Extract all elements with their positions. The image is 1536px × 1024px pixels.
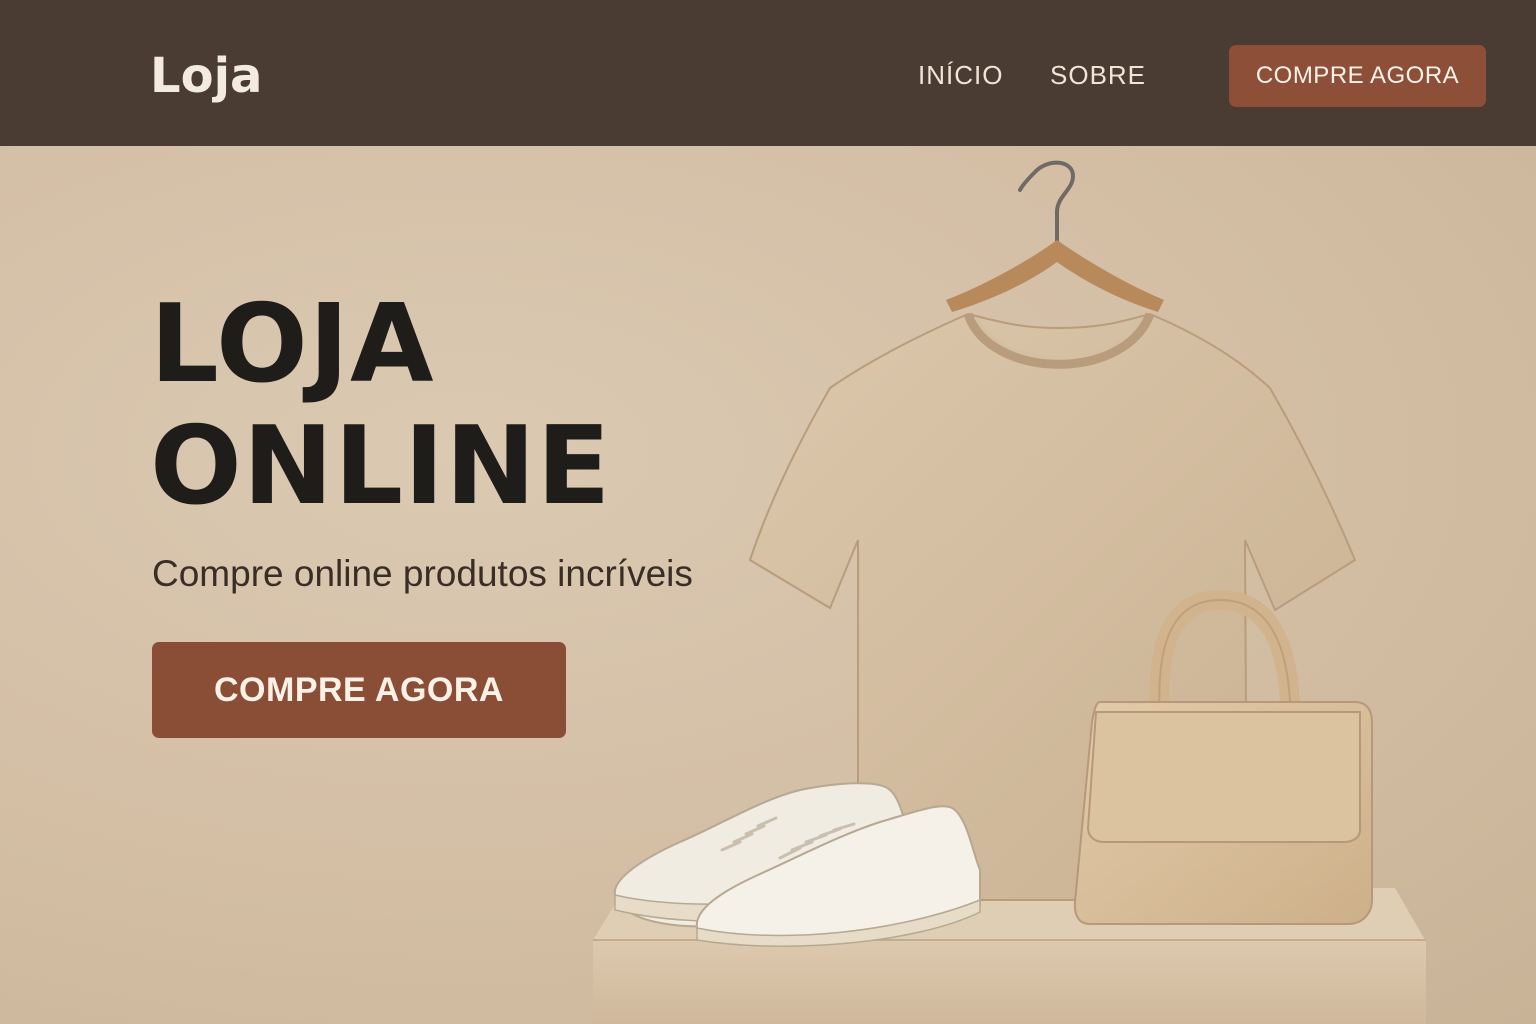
product-showcase-image <box>593 160 1426 1024</box>
header-shop-now-button[interactable]: COMPRE AGORA <box>1229 45 1486 107</box>
top-navbar: Loja INÍCIO SOBRE COMPRE AGORA <box>0 0 1536 146</box>
hanger-icon <box>946 160 1164 312</box>
nav-link-inicio[interactable]: INÍCIO <box>918 56 1003 94</box>
hero-title: LOJA ONLINE <box>150 284 611 528</box>
hero-section: LOJA ONLINE Compre online produtos incrí… <box>0 146 1536 1024</box>
hero-title-line2: ONLINE <box>150 404 612 529</box>
nav-link-sobre[interactable]: SOBRE <box>1050 56 1146 94</box>
brand-logo[interactable]: Loja <box>150 44 262 108</box>
hero-shop-now-button[interactable]: COMPRE AGORA <box>152 642 566 738</box>
hero-title-line1: LOJA <box>150 282 435 407</box>
